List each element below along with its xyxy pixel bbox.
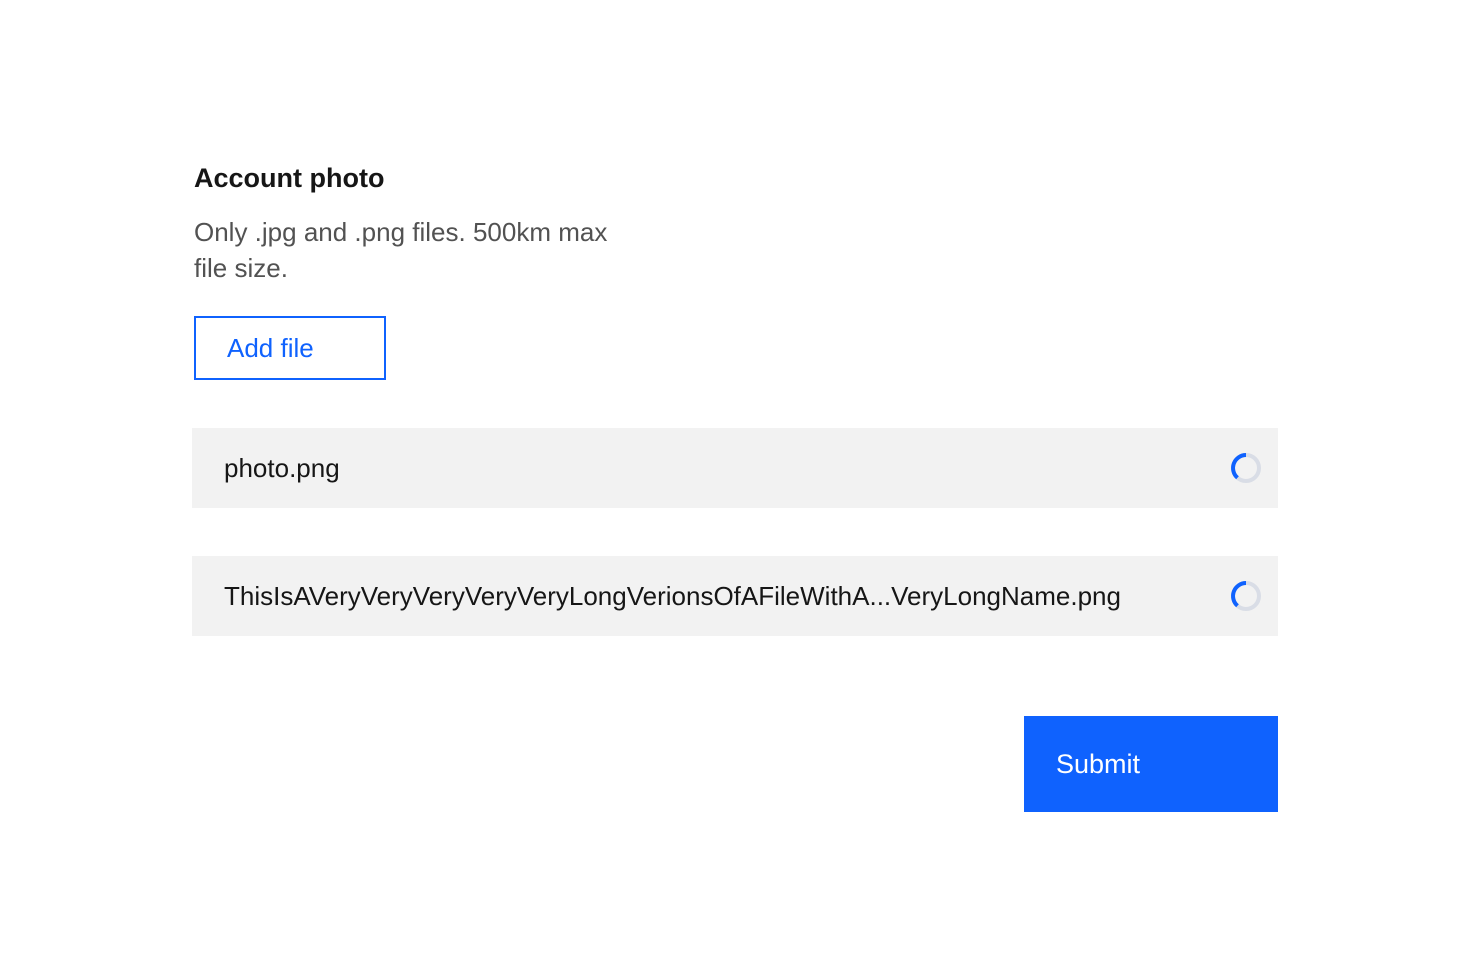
uploader-title: Account photo [194,163,385,193]
file-item: ThisIsAVeryVeryVeryVeryVeryLongVerionsOf… [192,556,1278,636]
loading-spinner-icon [1231,453,1261,483]
add-file-button[interactable]: Add file [194,316,386,380]
file-name: photo.png [224,452,340,483]
file-uploader: Account photo Only .jpg and .png files. … [192,160,1278,812]
uploader-description: Only .jpg and .png files. 500km max file… [194,217,608,283]
file-name: ThisIsAVeryVeryVeryVeryVeryLongVerionsOf… [224,580,1121,611]
loading-spinner-icon [1231,581,1261,611]
submit-button[interactable]: Submit [1024,716,1278,812]
page: Account photo Only .jpg and .png files. … [0,0,1472,972]
file-item: photo.png [192,428,1278,508]
